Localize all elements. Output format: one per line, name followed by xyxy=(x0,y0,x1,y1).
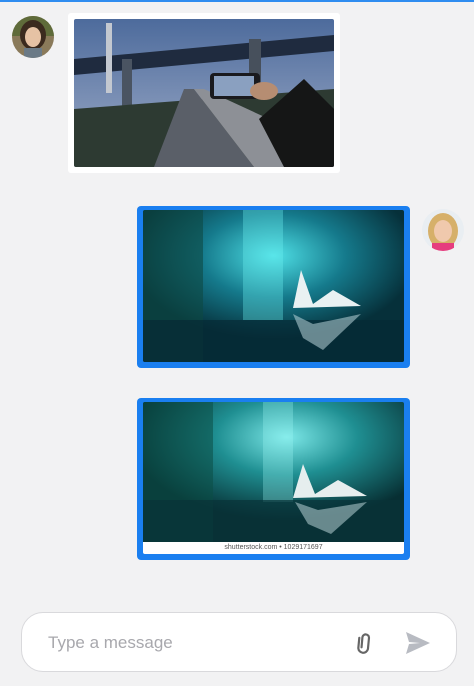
user-avatar[interactable] xyxy=(422,209,464,251)
leaf-aurora-photo[interactable] xyxy=(143,210,404,362)
top-accent-line xyxy=(0,0,474,2)
received-image-message[interactable] xyxy=(68,13,340,173)
sent-image-message[interactable]: shutterstock.com • 1029171697 xyxy=(137,398,410,560)
message-input[interactable] xyxy=(46,628,330,658)
watermark-caption: shutterstock.com • 1029171697 xyxy=(143,542,404,554)
contact-avatar[interactable] xyxy=(12,16,54,58)
paperclip-icon[interactable] xyxy=(352,630,378,656)
sent-image-message[interactable] xyxy=(137,206,410,368)
bridge-road-photo[interactable] xyxy=(74,19,334,167)
leaf-aurora-watermarked-photo[interactable]: shutterstock.com • 1029171697 xyxy=(143,402,404,554)
message-composer xyxy=(21,612,457,672)
send-icon[interactable] xyxy=(404,630,432,656)
